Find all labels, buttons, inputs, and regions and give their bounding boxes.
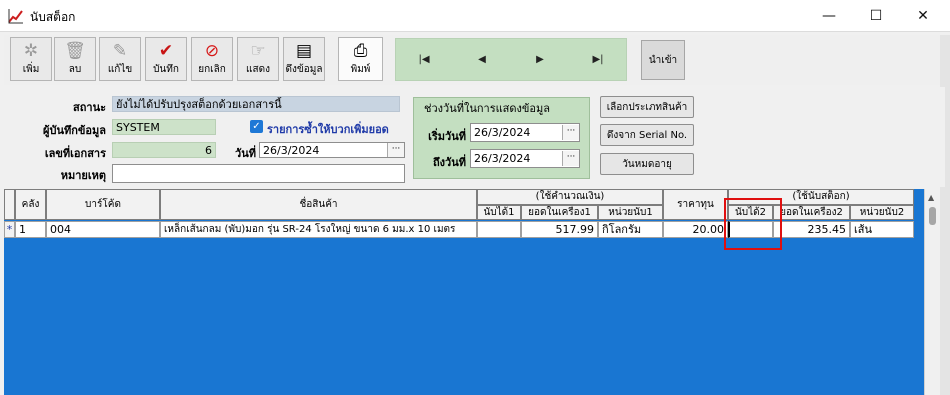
fetch-data-button[interactable]: ▤ ดึงข้อมูล bbox=[283, 37, 325, 81]
date-picker-button[interactable]: ··· bbox=[387, 143, 404, 157]
col-product-header[interactable]: ชื่อสินค้า bbox=[160, 189, 477, 220]
period-title: ช่วงวันที่ในการแสดงข้อมูล bbox=[422, 99, 553, 117]
check-icon: ✔ bbox=[158, 41, 174, 61]
col-unit1-header[interactable]: หน่วยนับ1 bbox=[598, 205, 663, 220]
serial-no-button[interactable]: ดึงจาก Serial No. bbox=[600, 124, 694, 146]
status-field: ยังไม่ได้ปรับปรุงสต็อกด้วยเอกสารนี้ bbox=[112, 96, 400, 112]
add-icon: ✲ bbox=[23, 41, 39, 61]
date-value: 26/3/2024 bbox=[263, 144, 320, 157]
status-label: สถานะ bbox=[73, 101, 106, 114]
fetch-label: ดึงข้อมูล bbox=[285, 64, 323, 75]
cell-product[interactable]: เหล็กเส้นกลม (พับ)มอก รุ่น SR-24 โรงใหญ่… bbox=[160, 221, 477, 238]
col-barcode-header[interactable]: บาร์โค้ด bbox=[46, 189, 160, 220]
col-machine1-header[interactable]: ยอดในเครื่อง1 bbox=[521, 205, 598, 220]
start-date-field[interactable]: 26/3/2024 ··· bbox=[470, 123, 580, 142]
cell-machine1[interactable]: 517.99 bbox=[521, 221, 598, 238]
cell-unit1[interactable]: กิโลกรัม bbox=[598, 221, 663, 238]
last-record-button[interactable]: ▶| bbox=[576, 38, 620, 81]
next-record-button[interactable]: ▶ bbox=[518, 38, 562, 81]
start-date-label: เริ่มวันที่ bbox=[428, 130, 466, 143]
end-date-picker-button[interactable]: ··· bbox=[562, 151, 579, 166]
close-button[interactable]: ✕ bbox=[900, 0, 946, 31]
end-date-field[interactable]: 26/3/2024 ··· bbox=[470, 149, 580, 168]
col-counted1-header[interactable]: นับได้1 bbox=[477, 205, 521, 220]
col-unit2-header[interactable]: หน่วยนับ2 bbox=[850, 205, 914, 220]
col-machine2-header[interactable]: ยอดในเครื่อง2 bbox=[773, 205, 850, 220]
maximize-button[interactable]: ☐ bbox=[853, 0, 899, 31]
docno-label: เลขที่เอกสาร bbox=[44, 147, 106, 160]
scroll-thumb[interactable] bbox=[929, 207, 936, 225]
printer-icon: ⎙ bbox=[353, 41, 368, 61]
expiry-date-button[interactable]: วันหมดอายุ bbox=[600, 153, 694, 175]
add-button[interactable]: ✲ เพิ่ม bbox=[10, 37, 52, 81]
cancel-button[interactable]: ⊘ ยกเลิก bbox=[191, 37, 233, 81]
cell-cost[interactable]: 20.00 bbox=[663, 221, 728, 238]
edit-label: แก้ไข bbox=[107, 64, 133, 75]
fetch-icon: ▤ bbox=[295, 41, 313, 61]
delete-button[interactable]: 🗑 ลบ bbox=[54, 37, 96, 81]
vertical-scrollbar[interactable]: ▲ bbox=[924, 189, 940, 395]
date-field[interactable]: 26/3/2024 ··· bbox=[259, 142, 405, 158]
print-button[interactable]: ⎙ พิมพ์ bbox=[338, 37, 383, 81]
add-label: เพิ่ม bbox=[22, 64, 40, 75]
highlight-box bbox=[724, 198, 782, 250]
cell-counted1[interactable] bbox=[477, 221, 521, 238]
col-cost-header[interactable]: ราคาทุน bbox=[663, 189, 728, 220]
show-label: แสดง bbox=[246, 64, 270, 75]
scroll-up-icon[interactable]: ▲ bbox=[928, 193, 934, 202]
row-marker: * bbox=[4, 221, 15, 238]
cell-barcode[interactable]: 004 bbox=[46, 221, 160, 238]
save-label: บันทึก bbox=[153, 64, 179, 75]
cell-warehouse[interactable]: 1 bbox=[15, 221, 46, 238]
add-items-label: รายการซ้ำให้บวกเพิ่มยอด bbox=[267, 123, 389, 136]
app-chart-icon bbox=[8, 8, 24, 24]
edit-button[interactable]: ✎ แก้ไข bbox=[99, 37, 141, 81]
recorder-field: SYSTEM bbox=[112, 119, 216, 135]
date-label: วันที่ bbox=[235, 147, 256, 160]
note-field[interactable] bbox=[112, 164, 405, 183]
minimize-button[interactable]: — bbox=[806, 0, 852, 31]
end-date-value: 26/3/2024 bbox=[474, 152, 531, 165]
col-warehouse-header[interactable]: คลัง bbox=[15, 189, 46, 220]
window-title: นับสต็อก bbox=[30, 10, 76, 24]
start-date-picker-button[interactable]: ··· bbox=[562, 125, 579, 140]
first-record-button[interactable]: |◀ bbox=[402, 38, 446, 81]
end-date-label: ถึงวันที่ bbox=[433, 156, 466, 169]
start-date-value: 26/3/2024 bbox=[474, 126, 531, 139]
recorder-label: ผู้บันทึกข้อมูล bbox=[43, 124, 106, 137]
delete-label: ลบ bbox=[68, 64, 82, 75]
save-button[interactable]: ✔ บันทึก bbox=[145, 37, 187, 81]
trash-icon: 🗑 bbox=[64, 41, 86, 61]
prev-record-button[interactable]: ◀ bbox=[460, 38, 504, 81]
docno-field[interactable]: 6 bbox=[112, 142, 216, 158]
grid-corner bbox=[4, 189, 15, 220]
import-button[interactable]: นำเข้า bbox=[641, 40, 685, 80]
cell-machine2[interactable]: 235.45 bbox=[773, 221, 850, 238]
show-icon: ☞ bbox=[250, 41, 266, 61]
print-label: พิมพ์ bbox=[350, 64, 371, 75]
add-items-checkbox[interactable]: ✓ bbox=[250, 120, 263, 133]
edit-icon: ✎ bbox=[112, 41, 128, 61]
cell-unit2[interactable]: เส้น bbox=[850, 221, 914, 238]
note-label: หมายเหตุ bbox=[60, 169, 106, 182]
select-category-button[interactable]: เลือกประเภทสินค้า bbox=[600, 96, 694, 118]
group-calc-header: (ใช้คำนวณเงิน) bbox=[477, 189, 663, 205]
cancel-icon: ⊘ bbox=[204, 41, 220, 61]
show-button[interactable]: ☞ แสดง bbox=[237, 37, 279, 81]
cancel-label: ยกเลิก bbox=[198, 64, 226, 75]
